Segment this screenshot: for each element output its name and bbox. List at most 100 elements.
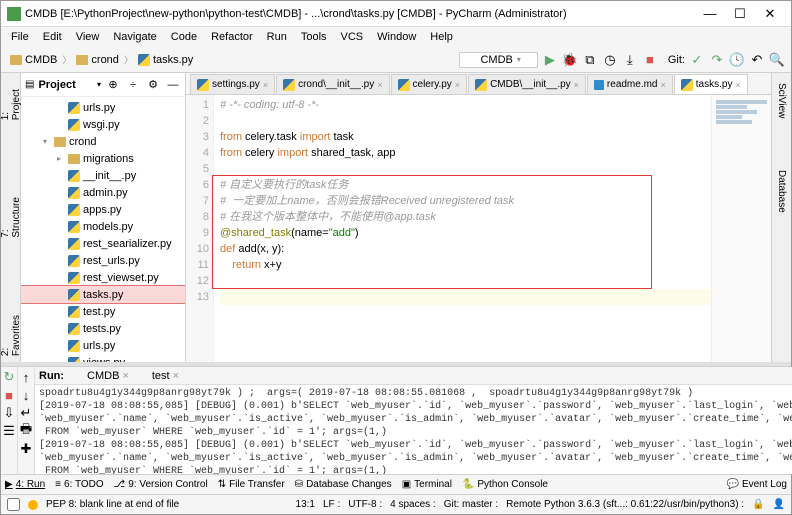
tree-item[interactable]: ▾crond (21, 133, 185, 150)
code-line[interactable] (220, 289, 711, 305)
code-line[interactable] (220, 273, 711, 289)
vcs-commit-icon[interactable]: ↷ (709, 52, 725, 68)
bottom-tab[interactable]: ▶ 4: Run (5, 479, 45, 490)
filter-icon[interactable]: ☰ (1, 423, 17, 439)
run-tab[interactable]: test × (139, 370, 179, 382)
line-separator[interactable]: LF : (323, 499, 340, 510)
editor-tab[interactable]: settings.py× (190, 74, 275, 94)
code-line[interactable]: # 自定义要执行的task任务 (220, 177, 711, 193)
menu-code[interactable]: Code (165, 29, 203, 45)
close-tab-icon[interactable]: × (661, 80, 666, 90)
encoding[interactable]: UTF-8 : (348, 499, 382, 510)
tree-item[interactable]: tests.py (21, 320, 185, 337)
minimize-button[interactable]: — (695, 4, 725, 24)
editor-tab[interactable]: crond\__init__.py× (276, 74, 389, 94)
close-tab-icon[interactable]: × (455, 80, 460, 90)
code-line[interactable]: # 在我这个版本整体中，不能使用@app.task (220, 209, 711, 225)
bottom-tab[interactable]: ≡ 6: TODO (55, 479, 104, 490)
code-editor[interactable]: # -*- coding: utf-8 -*- from celery.task… (214, 95, 711, 362)
rerun-icon[interactable]: ↻ (1, 369, 17, 385)
menu-help[interactable]: Help (424, 29, 459, 45)
menu-vcs[interactable]: VCS (335, 29, 370, 45)
tree-item[interactable]: models.py (21, 218, 185, 235)
close-run-tab-icon[interactable]: × (173, 370, 179, 382)
close-tab-icon[interactable]: × (263, 80, 268, 90)
tree-item[interactable]: rest_urls.py (21, 252, 185, 269)
clear-icon[interactable]: ✚ (18, 441, 34, 457)
run-icon[interactable]: ▶ (542, 52, 558, 68)
interpreter[interactable]: Remote Python 3.6.3 (sft...: 0.61:22/usr… (506, 499, 744, 510)
close-tab-icon[interactable]: × (377, 80, 382, 90)
tree-item[interactable]: __init__.py (21, 167, 185, 184)
tree-item[interactable]: tasks.py (21, 286, 185, 303)
code-line[interactable]: from celery import shared_task, app (220, 145, 711, 161)
menu-refactor[interactable]: Refactor (205, 29, 259, 45)
code-line[interactable]: def add(x, y): (220, 241, 711, 257)
vcs-update-icon[interactable]: ✓ (689, 52, 705, 68)
attach-icon[interactable]: ⤓ (622, 52, 638, 68)
tree-item[interactable]: views.py (21, 354, 185, 362)
run-config-selector[interactable]: CMDB ▾ (459, 52, 537, 68)
collapse-icon[interactable]: ⊕ (105, 77, 121, 93)
bottom-tab[interactable]: ⇅ File Transfer (218, 479, 285, 490)
vtab-favorites[interactable]: 2: Favorites (1, 304, 24, 362)
code-line[interactable]: # -*- coding: utf-8 -*- (220, 97, 711, 113)
vtab-sciview[interactable]: SciView (774, 77, 789, 124)
code-line[interactable] (220, 161, 711, 177)
tree-item[interactable]: urls.py (21, 99, 185, 116)
menu-file[interactable]: File (5, 29, 35, 45)
hide-pane-icon[interactable]: — (165, 77, 181, 93)
up-stack-icon[interactable]: ↑ (18, 369, 34, 385)
code-line[interactable] (220, 113, 711, 129)
close-button[interactable]: ✕ (755, 4, 785, 24)
breadcrumb-item[interactable]: crond (73, 52, 122, 68)
vcs-revert-icon[interactable]: ↶ (749, 52, 765, 68)
stop-run-icon[interactable]: ■ (1, 387, 17, 403)
close-tab-icon[interactable]: × (735, 80, 740, 90)
pep8-checkbox[interactable] (7, 498, 20, 511)
editor-tab[interactable]: tasks.py× (674, 74, 748, 94)
tree-item[interactable]: test.py (21, 303, 185, 320)
code-line[interactable]: @shared_task(name="add") (220, 225, 711, 241)
tree-item[interactable]: apps.py (21, 201, 185, 218)
run-tab[interactable]: CMDB × (74, 370, 129, 382)
search-icon[interactable]: 🔍 (769, 52, 785, 68)
bottom-tab[interactable]: 🐍 Python Console (462, 479, 548, 490)
down-icon[interactable]: ⇩ (1, 405, 17, 421)
tree-item[interactable]: rest_viewset.py (21, 269, 185, 286)
bottom-tab[interactable]: ▣ Terminal (402, 479, 452, 490)
close-run-tab-icon[interactable]: × (122, 370, 128, 382)
tree-item[interactable]: ▸migrations (21, 150, 185, 167)
menu-navigate[interactable]: Navigate (107, 29, 162, 45)
tree-item[interactable]: urls.py (21, 337, 185, 354)
breadcrumb-item[interactable]: tasks.py (135, 52, 196, 68)
softwrap-icon[interactable]: ↵ (18, 405, 34, 421)
vtab-database[interactable]: Database (774, 164, 789, 219)
print-icon[interactable]: 🖶 (18, 423, 34, 439)
code-line[interactable]: # 一定要加上name，否则会报错Received unregistered t… (220, 193, 711, 209)
minimap[interactable] (711, 95, 771, 362)
bottom-tab[interactable]: ⎇ 9: Version Control (114, 479, 208, 490)
vcs-history-icon[interactable]: 🕓 (729, 52, 745, 68)
menu-view[interactable]: View (70, 29, 106, 45)
vtab-project[interactable]: 1: Project (1, 77, 24, 126)
bottom-tab[interactable]: ⛁ Database Changes (295, 479, 392, 490)
menu-window[interactable]: Window (371, 29, 422, 45)
editor-tab[interactable]: CMDB\__init__.py× (468, 74, 586, 94)
profile-icon[interactable]: ◷ (602, 52, 618, 68)
down-stack-icon[interactable]: ↓ (18, 387, 34, 403)
editor-tab[interactable]: celery.py× (391, 74, 468, 94)
git-branch[interactable]: Git: master : (444, 499, 498, 510)
breadcrumb-item[interactable]: CMDB (7, 52, 60, 68)
menu-tools[interactable]: Tools (295, 29, 333, 45)
stop-icon[interactable]: ■ (642, 52, 658, 68)
tree-item[interactable]: rest_searializer.py (21, 235, 185, 252)
close-tab-icon[interactable]: × (574, 80, 579, 90)
tree-item[interactable]: admin.py (21, 184, 185, 201)
coverage-icon[interactable]: ⧉ (582, 52, 598, 68)
code-line[interactable]: from celery.task import task (220, 129, 711, 145)
scroll-from-source-icon[interactable]: ÷ (125, 77, 141, 93)
menu-edit[interactable]: Edit (37, 29, 68, 45)
code-line[interactable]: return x+y (220, 257, 711, 273)
maximize-button[interactable]: ☐ (725, 4, 755, 24)
